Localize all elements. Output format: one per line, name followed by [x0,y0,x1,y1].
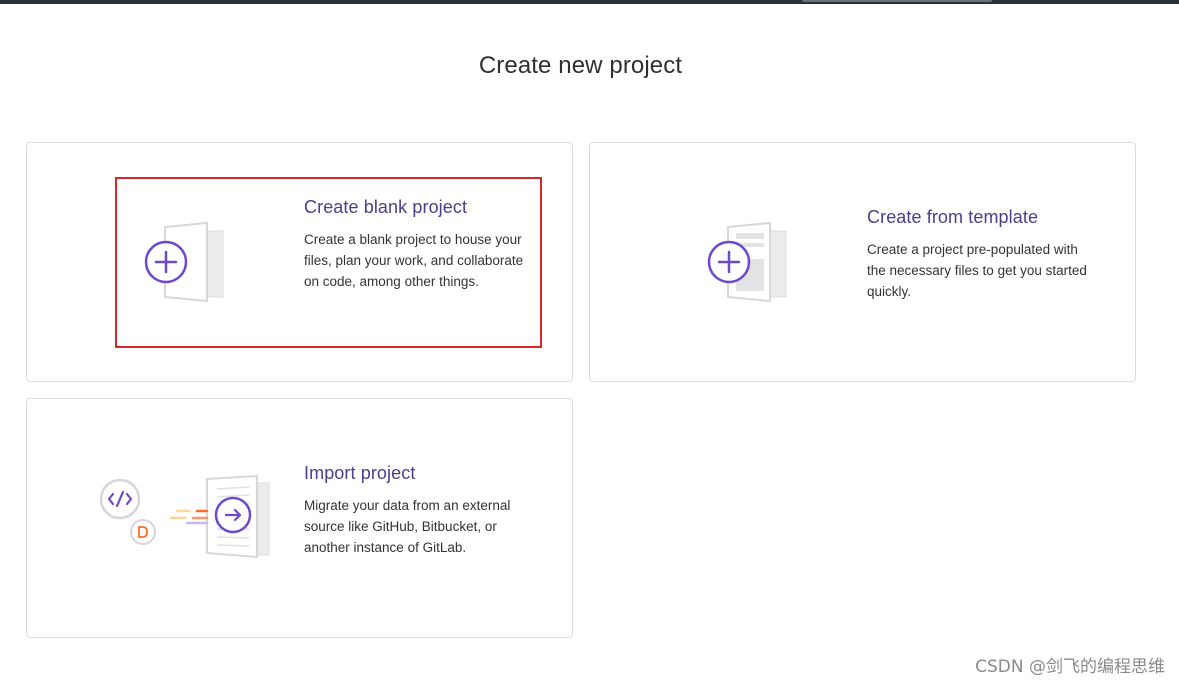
card-description: Create a project pre-populated with the … [867,242,1087,299]
card-title[interactable]: Create from template [867,207,1038,228]
import-project-icon [99,474,270,559]
import-project-card[interactable]: Import project Migrate your data from an… [26,398,573,638]
template-project-icon [707,221,787,303]
create-from-template-card[interactable]: Create from template Create a project pr… [589,142,1136,382]
card-description: Migrate your data from an external sourc… [304,498,511,555]
card-title[interactable]: Import project [304,463,415,484]
top-navbar [0,0,1179,4]
watermark: CSDN @剑飞的编程思维 [975,657,1165,677]
navbar-search-edge[interactable] [802,0,992,2]
card-title[interactable]: Create blank project [304,197,467,218]
blank-project-icon [144,221,224,303]
page-title: Create new project [478,52,683,79]
card-description: Create a blank project to house your fil… [304,232,524,289]
create-blank-project-card[interactable]: Create blank project Create a blank proj… [26,142,573,382]
